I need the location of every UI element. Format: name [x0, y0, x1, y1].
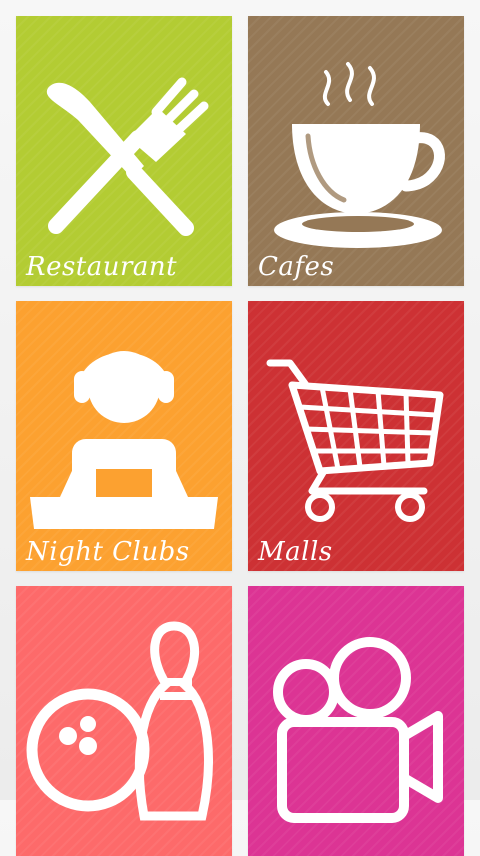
tile-bowling[interactable] — [16, 586, 232, 856]
tile-cinema[interactable] — [248, 586, 464, 856]
tile-label-restaurant: Restaurant — [26, 252, 178, 282]
tile-night-clubs[interactable]: Night Clubs — [16, 301, 232, 571]
tile-cafes[interactable]: Cafes — [248, 16, 464, 286]
coffee-cup-icon — [274, 62, 445, 248]
shopping-cart-icon — [266, 359, 444, 522]
movie-camera-icon — [273, 637, 443, 823]
bowling-icon — [26, 621, 213, 821]
tile-label-malls: Malls — [258, 537, 333, 567]
tile-label-night-clubs: Night Clubs — [26, 537, 190, 567]
tile-restaurant[interactable]: Restaurant — [16, 16, 232, 286]
dj-headphones-icon — [30, 351, 218, 529]
tile-label-cafes: Cafes — [258, 252, 335, 282]
fork-knife-icon — [46, 77, 209, 236]
tile-malls[interactable]: Malls — [248, 301, 464, 571]
